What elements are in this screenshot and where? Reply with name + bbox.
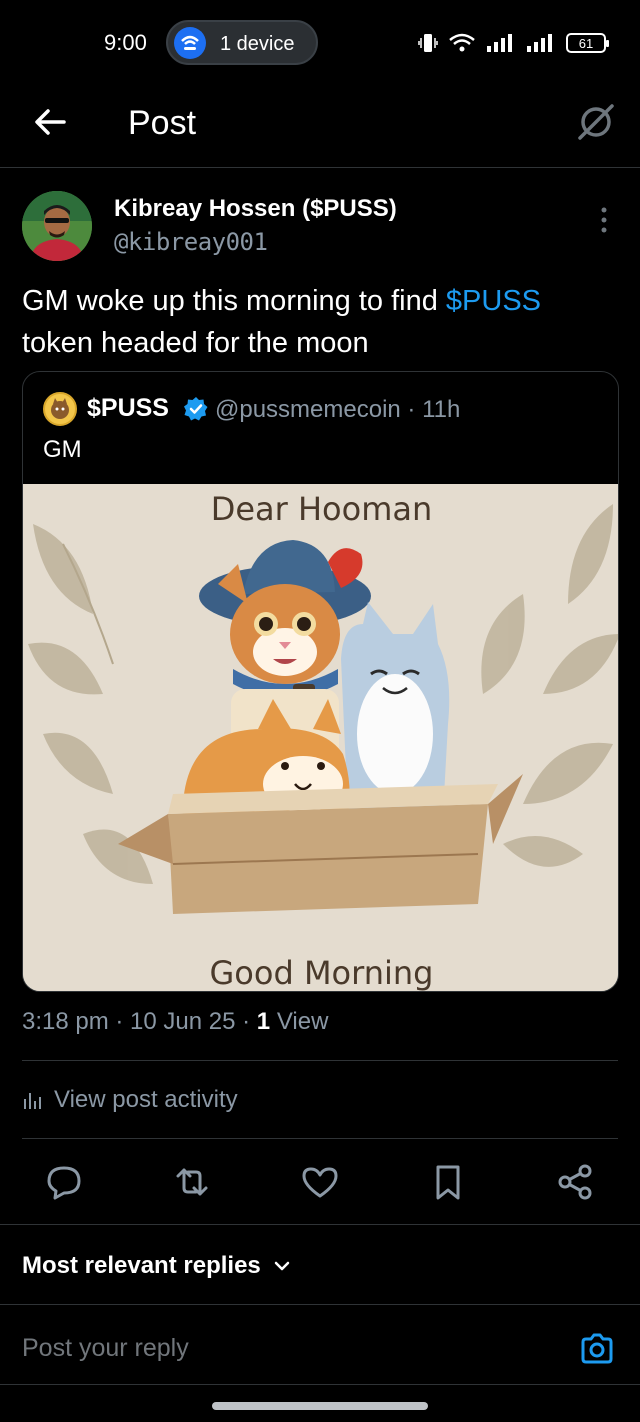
action-bar [0, 1160, 640, 1210]
top-app-bar: Post [0, 84, 640, 168]
share-button[interactable] [554, 1160, 598, 1204]
camera-button[interactable] [578, 1330, 616, 1368]
home-indicator[interactable] [212, 1402, 428, 1410]
post-text: GM woke up this morning to find $PUSS to… [22, 280, 622, 364]
vibrate-icon [418, 34, 438, 52]
post-meta: 3:18 pm · 10 Jun 25 · 1 View [22, 1008, 329, 1035]
quote-image[interactable] [23, 484, 618, 991]
battery-icon: 61 [566, 33, 609, 53]
post-text-part: token headed for the moon [22, 327, 369, 359]
image-caption-top: Dear Hooman [210, 490, 433, 528]
views-count: 1 [256, 1008, 271, 1035]
post-text-part: GM woke up this morning to find [22, 285, 446, 317]
analytics-icon [24, 1093, 41, 1109]
hotspot-icon [174, 27, 206, 59]
battery-level: 61 [578, 35, 594, 51]
divider [22, 1138, 618, 1139]
reply-icon [47, 1166, 81, 1200]
cashtag-link[interactable]: $PUSS [446, 285, 541, 317]
views-label: View [276, 1008, 329, 1035]
repost-icon [176, 1168, 208, 1196]
reply-input[interactable]: Post your reply [22, 1334, 189, 1363]
status-time: 9:00 [104, 30, 147, 55]
view-post-activity[interactable]: View post activity [22, 1086, 238, 1114]
bookmark-icon [436, 1165, 460, 1200]
wifi-icon [449, 33, 475, 52]
divider [0, 1224, 640, 1225]
status-bar: 9:00 1 device 61 [0, 0, 640, 84]
camera-icon [581, 1333, 613, 1364]
divider [0, 1384, 640, 1385]
author-name[interactable]: Kibreay Hossen ($PUSS) [114, 195, 397, 223]
image-caption-bottom: Good Morning [209, 954, 434, 992]
quote-avatar [43, 392, 77, 426]
like-button[interactable] [298, 1160, 342, 1204]
quoted-post[interactable]: $PUSS @pussmemecoin · 11h GM Dear Hooman… [22, 371, 619, 992]
quote-text: GM [43, 436, 82, 463]
author-handle[interactable]: @kibreay001 [114, 228, 268, 256]
quote-author-name: $PUSS [87, 394, 169, 422]
grok-icon [578, 104, 614, 140]
page-title: Post [128, 104, 197, 142]
quote-handle-time: @pussmemecoin · 11h [215, 396, 461, 423]
like-icon [302, 1167, 338, 1198]
verified-badge-icon [184, 397, 208, 421]
grok-button[interactable] [574, 100, 618, 144]
author-avatar[interactable] [22, 191, 92, 261]
repost-button[interactable] [170, 1160, 214, 1204]
replies-sort-label: Most relevant replies [22, 1252, 261, 1279]
more-options-button[interactable] [596, 204, 612, 236]
post-time: 3:18 pm [22, 1008, 109, 1035]
share-icon [558, 1164, 592, 1200]
arrow-left-icon [35, 109, 66, 135]
chevron-down-icon [274, 1261, 290, 1271]
post-date: 10 Jun 25 [130, 1008, 236, 1035]
signal-icon [487, 34, 512, 52]
hotspot-label: 1 device [220, 33, 295, 55]
more-vertical-icon [601, 207, 607, 233]
signal-icon [527, 34, 552, 52]
back-button[interactable] [30, 102, 70, 142]
hotspot-pill[interactable]: 1 device [166, 20, 318, 65]
bookmark-button[interactable] [426, 1160, 470, 1204]
view-activity-label: View post activity [54, 1086, 238, 1113]
replies-sort-dropdown[interactable]: Most relevant replies [22, 1252, 293, 1280]
reply-button[interactable] [42, 1160, 86, 1204]
divider [22, 1060, 618, 1061]
divider [0, 1304, 640, 1305]
